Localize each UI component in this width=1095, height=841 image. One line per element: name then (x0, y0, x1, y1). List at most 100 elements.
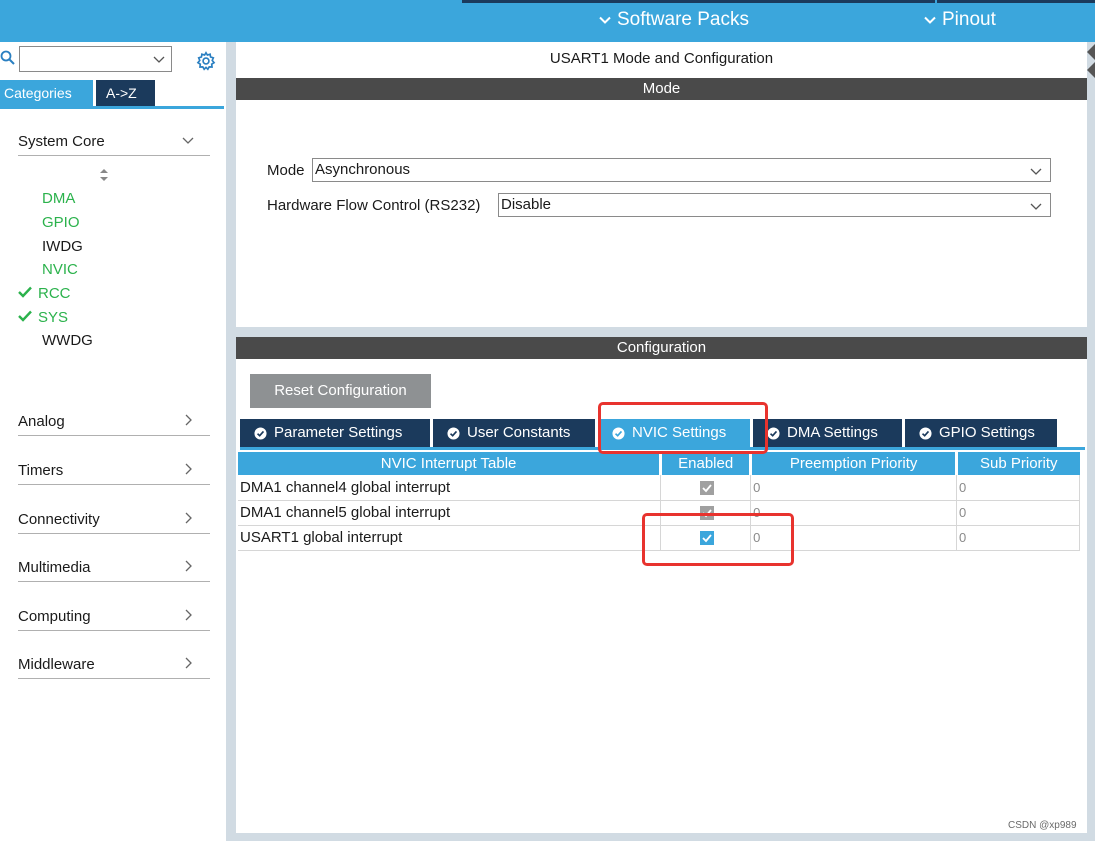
chevron-down-icon (1030, 203, 1042, 210)
category-label: Multimedia (18, 559, 91, 576)
pinout-label: Pinout (942, 9, 996, 30)
categories-panel: Categories A->Z System Core DMA GPIO IWD… (0, 42, 226, 841)
tab-nvic-settings[interactable]: NVIC Settings (598, 419, 753, 447)
category-label: Middleware (18, 656, 95, 673)
reset-configuration-button[interactable]: Reset Configuration (250, 374, 431, 408)
peripheral-sys[interactable]: SYS (18, 307, 68, 329)
tab-gpio-settings[interactable]: GPIO Settings (905, 419, 1057, 447)
interrupt-name: DMA1 channel5 global interrupt (238, 500, 662, 526)
sub-priority-cell[interactable]: 0 (956, 500, 1080, 526)
sub-priority-cell[interactable]: 0 (956, 525, 1080, 551)
column-header-sub-priority[interactable]: Sub Priority (956, 452, 1080, 475)
peripheral-iwdg[interactable]: IWDG (22, 236, 83, 258)
gear-icon[interactable] (195, 50, 217, 72)
chevron-down-icon (924, 16, 936, 24)
mode-section-header: Mode (236, 78, 1087, 100)
table-header-row: NVIC Interrupt Table Enabled Preemption … (238, 452, 1080, 475)
hardware-flow-control-label: Hardware Flow Control (RS232) (267, 197, 481, 214)
tab-dma-settings[interactable]: DMA Settings (753, 419, 905, 447)
collapse-handle-icon[interactable] (1086, 44, 1095, 78)
category-multimedia[interactable]: Multimedia (18, 552, 210, 582)
enabled-cell (660, 500, 752, 526)
page-title: USART1 Mode and Configuration (549, 50, 774, 67)
peripheral-label: GPIO (42, 214, 80, 231)
pinout-menu[interactable]: Pinout (924, 9, 996, 31)
category-timers[interactable]: Timers (18, 455, 210, 485)
peripheral-wwdg[interactable]: WWDG (22, 330, 93, 352)
tab-a-to-z[interactable]: A->Z (93, 80, 155, 106)
preemption-priority-cell[interactable]: 0 (750, 500, 958, 526)
chevron-down-icon[interactable] (153, 53, 165, 65)
category-label: Timers (18, 462, 64, 479)
checkbox-checked-disabled[interactable] (699, 506, 714, 521)
category-label: Analog (18, 413, 65, 430)
peripheral-label: DMA (42, 190, 76, 207)
mode-value: Asynchronous (315, 161, 411, 178)
category-middleware[interactable]: Middleware (18, 649, 210, 679)
peripheral-label: SYS (38, 309, 69, 326)
category-connectivity[interactable]: Connectivity (18, 504, 210, 534)
peripheral-rcc[interactable]: RCC (18, 283, 71, 305)
preemption-priority-cell[interactable]: 0 (750, 525, 958, 551)
peripheral-label: RCC (38, 285, 71, 302)
tab-user-constants[interactable]: User Constants (433, 419, 598, 447)
table-row[interactable]: DMA1 channel4 global interrupt 0 0 (238, 475, 1080, 501)
enabled-cell (660, 525, 752, 551)
peripheral-gpio[interactable]: GPIO (22, 212, 80, 234)
hardware-flow-control-select[interactable]: Disable (498, 193, 1051, 217)
column-header-interrupt[interactable]: NVIC Interrupt Table (238, 452, 663, 475)
category-computing[interactable]: Computing (18, 601, 210, 631)
search-input[interactable] (19, 46, 172, 72)
chevron-down-icon (1030, 168, 1042, 175)
chevron-right-icon (185, 414, 192, 426)
peripheral-label: WWDG (42, 332, 93, 349)
category-analog[interactable]: Analog (18, 406, 210, 436)
sort-icon[interactable] (99, 168, 109, 182)
enabled-cell (660, 475, 752, 501)
category-label: Connectivity (18, 511, 100, 528)
tab-label: GPIO Settings (939, 424, 1035, 441)
category-system-core[interactable]: System Core (18, 126, 210, 156)
chevron-right-icon (185, 512, 192, 524)
tab-label: User Constants (467, 424, 571, 441)
interrupt-name: USART1 global interrupt (238, 525, 662, 551)
top-dark-line (462, 0, 1095, 3)
table-row[interactable]: DMA1 channel5 global interrupt 0 0 (238, 500, 1080, 526)
column-header-preemption-priority[interactable]: Preemption Priority (750, 452, 959, 475)
check-circle-icon (919, 426, 932, 440)
checkbox-checked-disabled[interactable] (699, 480, 714, 495)
table-row[interactable]: USART1 global interrupt 0 0 (238, 525, 1080, 551)
tab-parameter-settings[interactable]: Parameter Settings (240, 419, 433, 447)
checkbox-checked[interactable] (699, 531, 714, 546)
panel-splitter[interactable] (226, 42, 236, 841)
chevron-right-icon (185, 657, 192, 669)
check-icon (18, 310, 32, 322)
mode-area: Mode Asynchronous Hardware Flow Control … (236, 100, 1087, 327)
chevron-right-icon (185, 560, 192, 572)
check-circle-icon (612, 426, 625, 440)
peripheral-dma[interactable]: DMA (22, 188, 75, 210)
tabs-underline (0, 106, 224, 109)
check-circle-icon (254, 426, 267, 440)
software-packs-menu[interactable]: Software Packs (599, 9, 749, 31)
chevron-right-icon (185, 609, 192, 621)
tab-categories[interactable]: Categories (0, 80, 93, 106)
mode-select[interactable]: Asynchronous (312, 158, 1051, 182)
software-packs-label: Software Packs (617, 9, 749, 30)
column-header-enabled[interactable]: Enabled (660, 452, 753, 475)
category-label: System Core (18, 133, 105, 150)
top-bar: Software Packs Pinout (0, 0, 1095, 42)
preemption-priority-cell[interactable]: 0 (750, 475, 958, 501)
peripheral-nvic[interactable]: NVIC (22, 259, 78, 281)
interrupt-name: DMA1 channel4 global interrupt (238, 475, 662, 501)
mode-label: Mode (267, 162, 305, 179)
chevron-down-icon (599, 16, 611, 24)
tab-label: Parameter Settings (274, 424, 403, 441)
chevron-right-icon (185, 463, 192, 475)
chevron-down-icon (182, 137, 194, 144)
nvic-interrupt-table: NVIC Interrupt Table Enabled Preemption … (238, 452, 1080, 551)
category-tabs: Categories A->Z (0, 80, 155, 106)
search-icon[interactable] (0, 50, 16, 66)
search-row (0, 46, 226, 72)
sub-priority-cell[interactable]: 0 (956, 475, 1080, 501)
